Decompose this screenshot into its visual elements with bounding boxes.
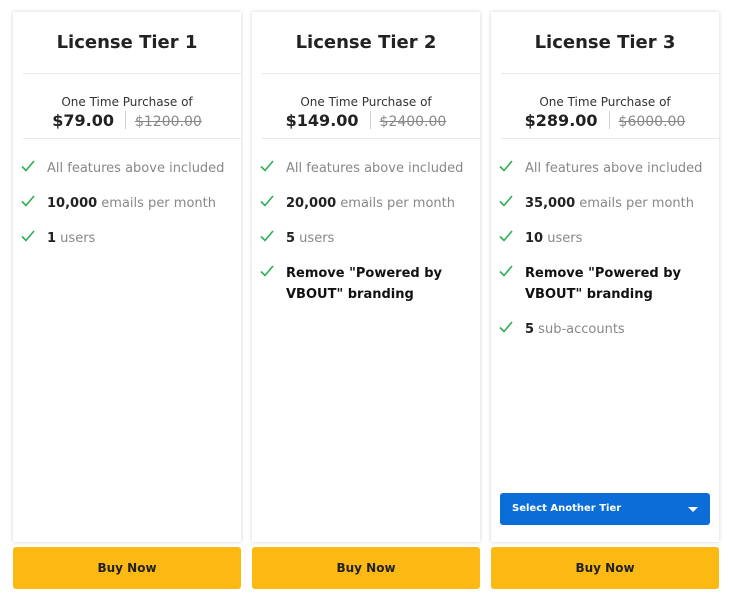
feature-text: All features above included xyxy=(525,161,703,176)
tier-card-1: License Tier 1 One Time Purchase of $79.… xyxy=(13,12,241,542)
feature-item: Remove "Powered by VBOUT" branding xyxy=(252,263,480,305)
check-icon xyxy=(499,160,513,172)
current-price: $289.00 xyxy=(524,111,598,130)
check-icon xyxy=(499,230,513,242)
check-icon xyxy=(21,195,35,207)
prices: $289.00 $6000.00 xyxy=(491,110,719,133)
feature-text: All features above included xyxy=(47,161,225,176)
chevron-down-icon xyxy=(688,507,698,512)
feature-list: All features above included 20,000 email… xyxy=(252,139,480,305)
prices: $149.00 $2400.00 xyxy=(252,110,480,133)
buy-now-button-1[interactable]: Buy Now xyxy=(13,547,241,589)
feature-text: Remove "Powered by VBOUT" branding xyxy=(286,266,443,302)
feature-list: All features above included 35,000 email… xyxy=(491,139,719,340)
feature-item: All features above included xyxy=(491,158,719,179)
tier-title: License Tier 2 xyxy=(295,32,437,53)
price-block: One Time Purchase of $289.00 $6000.00 xyxy=(491,74,719,138)
feature-item: 10,000 emails per month xyxy=(13,193,241,214)
check-icon xyxy=(260,160,274,172)
feature-item: All features above included xyxy=(13,158,241,179)
original-price: $2400.00 xyxy=(379,114,447,130)
original-price: $6000.00 xyxy=(618,114,686,130)
select-label: Select Another Tier xyxy=(512,503,622,514)
check-icon xyxy=(260,230,274,242)
check-icon xyxy=(499,265,513,277)
feature-list: All features above included 10,000 email… xyxy=(13,139,241,249)
feature-text: users xyxy=(295,231,335,246)
tier-card-3: License Tier 3 One Time Purchase of $289… xyxy=(491,12,719,542)
feature-item: 1 users xyxy=(13,228,241,249)
tier-card-2: License Tier 2 One Time Purchase of $149… xyxy=(252,12,480,542)
feature-value: 5 xyxy=(525,322,535,337)
purchase-label: One Time Purchase of xyxy=(300,95,432,109)
buy-now-button-2[interactable]: Buy Now xyxy=(252,547,480,589)
feature-value: 35,000 xyxy=(525,196,576,211)
feature-value: 10,000 xyxy=(47,196,98,211)
feature-item: 5 users xyxy=(252,228,480,249)
check-icon xyxy=(499,321,513,333)
select-another-tier-dropdown[interactable]: Select Another Tier xyxy=(500,493,710,525)
check-icon xyxy=(21,160,35,172)
check-icon xyxy=(21,230,35,242)
check-icon xyxy=(260,265,274,277)
feature-text: emails per month xyxy=(336,196,455,211)
price-separator xyxy=(608,111,610,129)
purchase-label: One Time Purchase of xyxy=(61,95,193,109)
feature-value: 10 xyxy=(525,231,544,246)
feature-item: 20,000 emails per month xyxy=(252,193,480,214)
feature-text: users xyxy=(56,231,96,246)
feature-value: 1 xyxy=(47,231,57,246)
feature-item: 35,000 emails per month xyxy=(491,193,719,214)
feature-text: All features above included xyxy=(286,161,464,176)
feature-text: sub-accounts xyxy=(534,322,625,337)
current-price: $79.00 xyxy=(52,111,114,130)
price-block: One Time Purchase of $149.00 $2400.00 xyxy=(252,74,480,138)
purchase-label: One Time Purchase of xyxy=(539,95,671,109)
feature-item: 10 users xyxy=(491,228,719,249)
buy-now-button-3[interactable]: Buy Now xyxy=(491,547,719,589)
feature-item: Remove "Powered by VBOUT" branding xyxy=(491,263,719,305)
price-separator xyxy=(124,111,126,129)
feature-value: 20,000 xyxy=(286,196,337,211)
check-icon xyxy=(499,195,513,207)
feature-text: emails per month xyxy=(575,196,694,211)
feature-text: Remove "Powered by VBOUT" branding xyxy=(525,266,682,302)
tier-title: License Tier 1 xyxy=(56,32,198,53)
feature-text: users xyxy=(543,231,583,246)
prices: $79.00 $1200.00 xyxy=(13,110,241,133)
check-icon xyxy=(260,195,274,207)
feature-item: 5 sub-accounts xyxy=(491,319,719,340)
tier-title: License Tier 3 xyxy=(534,32,676,53)
current-price: $149.00 xyxy=(285,111,359,130)
feature-item: All features above included xyxy=(252,158,480,179)
feature-value: 5 xyxy=(286,231,296,246)
price-separator xyxy=(369,111,371,129)
price-block: One Time Purchase of $79.00 $1200.00 xyxy=(13,74,241,138)
feature-text: emails per month xyxy=(97,196,216,211)
original-price: $1200.00 xyxy=(134,114,202,130)
